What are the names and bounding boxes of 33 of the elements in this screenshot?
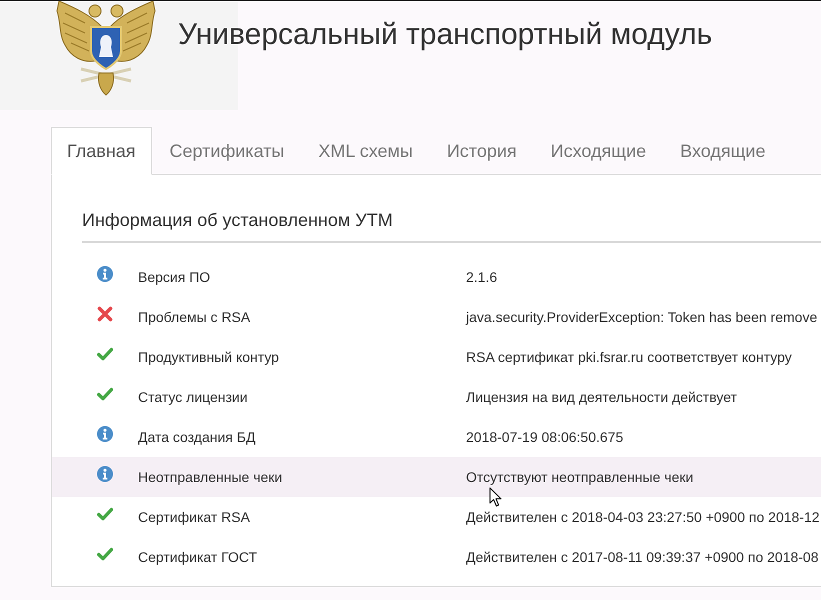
parameter-value: 2.1.6 <box>466 269 498 285</box>
parameter-value: java.security.ProviderException: Token has been remove <box>466 309 818 325</box>
info-icon <box>97 266 113 282</box>
check-icon <box>97 506 113 522</box>
parameter-name: Дата создания БД <box>138 429 256 445</box>
mouse-pointer-icon <box>489 487 502 507</box>
parameter-value: 2018-07-19 08:06:50.675 <box>466 429 624 445</box>
parameter-name: Статус лицензии <box>138 389 249 405</box>
check-icon <box>97 346 113 362</box>
tab[interactable]: Исходящие <box>534 127 662 175</box>
tab[interactable]: Главная <box>51 127 152 175</box>
page-title: Универсальный транспортный модуль <box>178 17 712 53</box>
parameter-value: RSA сертификат pki.fsrar.ru соответствует контуру <box>466 349 792 365</box>
info-icon <box>97 426 113 442</box>
parameter-name: Продуктивный контур <box>138 349 280 365</box>
parameter-value: Отсутствуют неотправленные чеки <box>466 469 694 485</box>
check-icon <box>97 546 113 562</box>
parameter-name: Сертификат RSA <box>138 509 251 525</box>
parameter-name: Проблемы с RSA <box>138 309 252 325</box>
parameter-value: Действителен с 2018-04-03 23:27:50 +0900 по 2018-12 <box>466 509 820 525</box>
info-icon <box>97 466 113 482</box>
tab[interactable]: Сертификаты <box>154 127 300 175</box>
tab[interactable]: История <box>430 127 533 175</box>
check-icon <box>97 386 113 402</box>
tab[interactable]: Входящие <box>664 127 782 175</box>
parameter-name: Версия ПО <box>138 269 212 285</box>
parameter-name: Сертификат ГОСТ <box>138 549 258 565</box>
parameter-value: Действителен с 2017-08-11 09:39:37 +0900 по 2018-08 <box>466 549 818 565</box>
section-title: Информация об установленном УТМ <box>82 210 393 230</box>
tab[interactable]: XML схемы <box>302 127 429 175</box>
parameter-name: Неотправленные чеки <box>138 469 284 485</box>
parameter-value: Лицензия на вид деятельности действует <box>466 389 737 405</box>
cross-icon <box>97 306 113 322</box>
